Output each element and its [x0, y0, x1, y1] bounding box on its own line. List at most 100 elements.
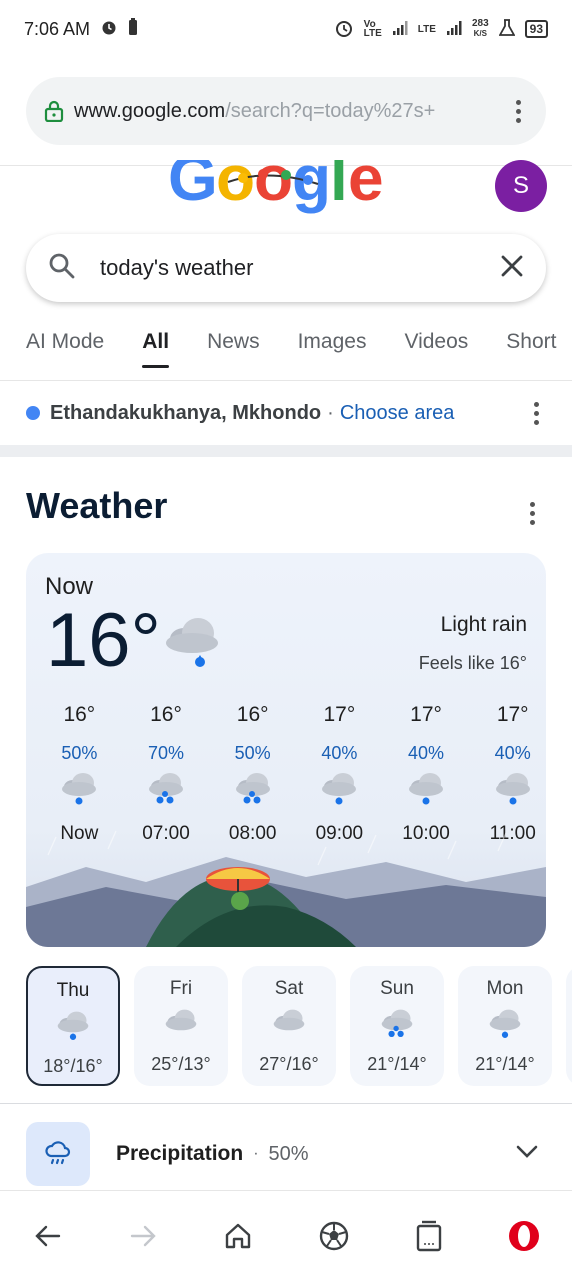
account-avatar[interactable]: S: [495, 160, 547, 212]
tab-images[interactable]: Images: [298, 318, 367, 368]
browser-bottom-nav: [0, 1190, 572, 1280]
precipitation-value: 50%: [268, 1142, 309, 1165]
lock-icon: [44, 100, 64, 123]
precipitation-row[interactable]: Precipitation · 50%: [26, 1122, 546, 1186]
hourly-temp: 17°: [410, 703, 442, 726]
hourly-precip: 40%: [321, 743, 358, 763]
lte-label: LTE: [417, 23, 436, 35]
svg-text:g: g: [292, 160, 331, 214]
hourly-item: 17° 40% 11:00: [469, 703, 546, 845]
hourly-item: 16° 50% 08:00: [209, 703, 296, 845]
svg-text:G: G: [168, 160, 218, 214]
volte-bottom: LTE: [363, 28, 382, 39]
day-card-next[interactable]: [566, 966, 572, 1086]
tab-videos[interactable]: Videos: [404, 318, 468, 368]
tab-news[interactable]: News: [207, 318, 260, 368]
browser-menu-button[interactable]: [508, 99, 528, 123]
signal-icon-2: [446, 20, 462, 39]
cloud-icon: [163, 1006, 199, 1046]
signal-icon-1: [392, 20, 408, 39]
doodle-rain-scene: [26, 827, 546, 947]
choose-area-link[interactable]: Choose area: [340, 402, 455, 425]
svg-text:o: o: [216, 160, 255, 214]
hourly-precip: 50%: [234, 743, 271, 763]
day-card-sun[interactable]: Sun 21°/14°: [350, 966, 444, 1086]
status-bar: 7:06 AM Vo LTE LTE 283 K/S 93: [0, 0, 572, 58]
alarm-icon-right: [334, 18, 354, 41]
day-name: Fri: [169, 978, 193, 999]
tab-all[interactable]: All: [142, 318, 169, 368]
weather-title: Weather: [26, 485, 168, 526]
cloud-icon: [271, 1006, 307, 1046]
hourly-temp: 16°: [150, 703, 182, 726]
url-text[interactable]: www.google.com/search?q=today%27s+: [74, 100, 494, 123]
tabs-button[interactable]: [404, 1211, 454, 1261]
hourly-item: 17° 40% 10:00: [383, 703, 470, 845]
weather-card: Now 16° Light rain Feels like 16° 16° 50%…: [26, 553, 546, 947]
hourly-item: 16° 70% 07:00: [123, 703, 210, 845]
forward-arrow-icon: [130, 1225, 156, 1246]
hourly-forecast[interactable]: 16° 50% Now 16° 70% 07:00 16° 50% 08:00 17° 40% 09:…: [36, 703, 546, 845]
feels-like: Feels like 16°: [418, 653, 527, 673]
opera-menu-button[interactable]: [499, 1211, 549, 1261]
chevron-down-icon[interactable]: [516, 1145, 538, 1164]
back-button[interactable]: [23, 1211, 73, 1261]
location-name: Ethandakukhanya, Mkhondo: [50, 401, 322, 424]
url-host: www.google.com: [74, 99, 226, 122]
weather-condition: Light rain: [440, 613, 527, 636]
light-rain-icon: [162, 613, 222, 678]
svg-text:o: o: [254, 160, 293, 214]
address-bar[interactable]: www.google.com/search?q=today%27s+: [26, 77, 546, 145]
tab-ai-mode[interactable]: AI Mode: [26, 318, 104, 368]
speed-dial-button[interactable]: [309, 1211, 359, 1261]
battery-level: 93: [524, 20, 548, 38]
tabs-icon: [416, 1220, 442, 1251]
search-query[interactable]: today's weather: [100, 255, 253, 281]
hourly-precip: 70%: [147, 743, 185, 763]
location-row: Ethandakukhanya, Mkhondo · Choose area: [26, 392, 546, 434]
hourly-precip: 50%: [61, 743, 98, 763]
search-box[interactable]: today's weather: [26, 234, 546, 302]
search-icon[interactable]: [48, 252, 76, 285]
light-rain-icon: [493, 769, 533, 813]
hourly-temp: 17°: [496, 703, 529, 726]
home-icon: [226, 1223, 251, 1248]
google-doodle-logo[interactable]: G o o g l e: [168, 160, 404, 224]
network-speed-unit: K/S: [473, 29, 487, 38]
hourly-item: 16° 50% Now: [36, 703, 123, 845]
day-name: Sun: [380, 978, 414, 999]
light-rain-icon: [487, 1006, 523, 1046]
hourly-temp: 16°: [236, 703, 269, 726]
divider: [0, 380, 572, 381]
home-button[interactable]: [213, 1211, 263, 1261]
svg-text:l: l: [330, 160, 348, 214]
hourly-item: 17° 40% 09:00: [296, 703, 383, 845]
weather-menu-button[interactable]: [530, 502, 535, 525]
day-card-sat[interactable]: Sat 27°/16°: [242, 966, 336, 1086]
url-path: /search?q=today%27s+: [225, 99, 436, 122]
tab-short[interactable]: Short: [506, 318, 556, 368]
day-name: Mon: [486, 978, 524, 999]
daily-forecast: Thu 18°/16° Fri 25°/13° Sat 27°/16° Sun 21°/14°…: [26, 966, 572, 1086]
day-temp-range: 21°/14°: [367, 1054, 427, 1074]
current-temperature: 16°: [46, 598, 161, 683]
opera-logo-icon: [509, 1220, 540, 1251]
clear-search-icon[interactable]: [500, 254, 524, 283]
day-temp-range: 21°/14°: [475, 1054, 535, 1074]
rain-cloud-icon: [26, 1122, 90, 1186]
day-card-fri[interactable]: Fri 25°/13°: [134, 966, 228, 1086]
search-tabs: AI Mode All News Images Videos Short: [0, 318, 572, 380]
day-card-mon[interactable]: Mon 21°/14°: [458, 966, 552, 1086]
volte-indicator: Vo LTE: [363, 20, 382, 39]
day-card-thu[interactable]: Thu 18°/16°: [26, 966, 120, 1086]
light-rain-icon: [406, 769, 446, 813]
precipitation-separator: ·: [253, 1145, 259, 1162]
forward-button[interactable]: [118, 1211, 168, 1261]
hourly-precip: 40%: [408, 743, 445, 763]
location-menu-button[interactable]: [526, 401, 546, 425]
precipitation-label: Precipitation: [116, 1142, 244, 1165]
day-temp-range: 25°/13°: [151, 1054, 211, 1074]
day-temp-range: 18°/16°: [43, 1056, 103, 1076]
rain-icon: [379, 1006, 415, 1046]
light-rain-icon: [59, 769, 99, 813]
